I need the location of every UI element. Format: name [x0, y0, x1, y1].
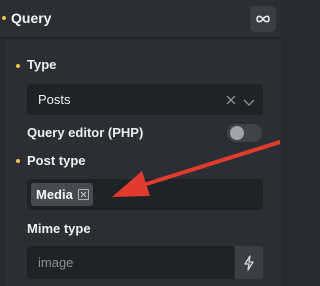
x-icon[interactable]: [225, 93, 237, 111]
tag-label: Media: [36, 187, 73, 202]
query-editor-toggle[interactable]: [227, 124, 262, 142]
mime-type-input[interactable]: [27, 246, 234, 279]
infinity-icon: [256, 15, 270, 23]
mime-type-label: Mime type: [27, 221, 91, 236]
post-type-changed-dot: [16, 159, 20, 163]
type-changed-dot: [16, 64, 20, 68]
query-header: Query: [0, 0, 280, 38]
post-type-tag-media: Media: [31, 183, 93, 206]
query-loop-button[interactable]: [250, 6, 276, 32]
query-title: Query: [11, 10, 52, 26]
changed-indicator-dot: [2, 16, 6, 20]
post-type-label: Post type: [27, 153, 86, 168]
type-select[interactable]: Posts: [27, 84, 263, 115]
dynamic-data-button[interactable]: [235, 246, 263, 279]
bolt-icon: [244, 255, 254, 271]
type-select-value: Posts: [38, 92, 71, 107]
query-editor-label: Query editor (PHP): [27, 125, 144, 140]
post-type-tag-input[interactable]: Media: [27, 179, 263, 210]
toggle-knob: [230, 126, 244, 140]
mime-type-field[interactable]: [27, 246, 234, 279]
chevron-down-icon[interactable]: [243, 94, 255, 112]
type-label: Type: [27, 57, 57, 72]
square-x-icon[interactable]: [77, 189, 89, 200]
